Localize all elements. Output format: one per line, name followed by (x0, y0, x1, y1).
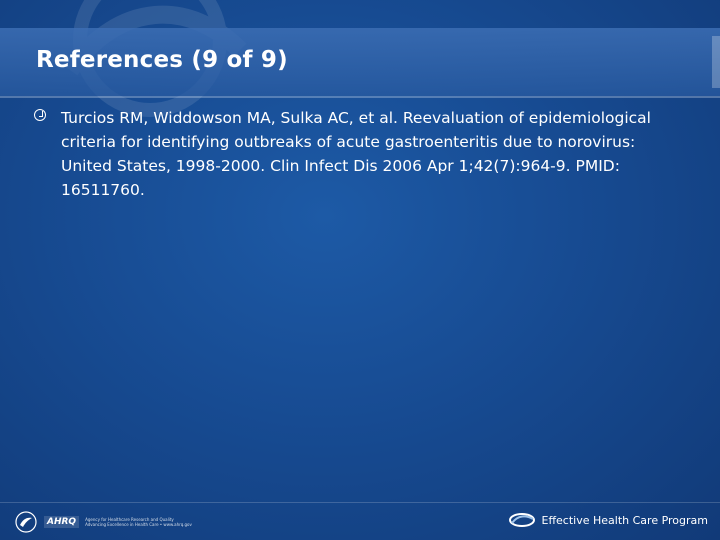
right-edge-tab (712, 36, 720, 88)
title-divider (0, 96, 720, 98)
bullet-item: Turcios RM, Widdowson MA, Sulka AC, et a… (34, 106, 674, 202)
agency-tagline: Agency for Healthcare Research and Quali… (85, 517, 192, 527)
bullet-list: Turcios RM, Widdowson MA, Sulka AC, et a… (34, 106, 674, 202)
ahrq-logo: AHRQ (44, 516, 80, 528)
bullet-text: Turcios RM, Widdowson MA, Sulka AC, et a… (61, 109, 651, 199)
effective-health-care-swoosh-logo (508, 513, 535, 527)
footer-program-logo: Effective Health Care Program (508, 512, 708, 528)
slide: References (9 of 9) Turcios RM, Widdowso… (0, 0, 720, 540)
clock-bullet-icon (34, 109, 46, 121)
footer-divider (0, 502, 720, 503)
program-name: Effective Health Care Program (541, 513, 708, 527)
footer-agency-logos: AHRQ Agency for Healthcare Research and … (14, 510, 192, 534)
agency-slogan: Advancing Excellence in Health Care • ww… (85, 522, 192, 527)
slide-title: References (9 of 9) (36, 47, 288, 73)
hhs-eagle-logo (15, 511, 37, 533)
